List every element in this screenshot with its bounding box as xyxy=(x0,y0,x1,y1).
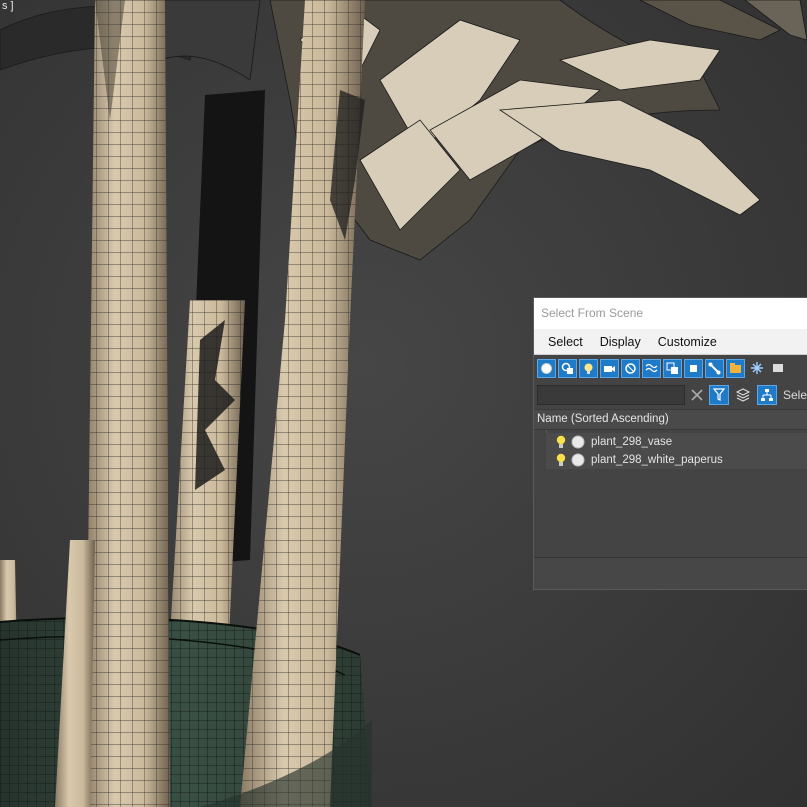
group-icon xyxy=(666,362,678,374)
viewport-label[interactable]: s ] xyxy=(0,0,16,12)
space-warp-icon xyxy=(645,363,658,372)
hierarchy-icon xyxy=(761,389,773,401)
shapes-icon xyxy=(561,362,573,374)
menu-select[interactable]: Select xyxy=(541,335,590,349)
stem-left xyxy=(85,0,170,807)
menu-display[interactable]: Display xyxy=(593,335,648,349)
menu-customize[interactable]: Customize xyxy=(651,335,724,349)
dialog-footer xyxy=(534,558,807,589)
search-input[interactable] xyxy=(537,385,685,405)
sphere-icon xyxy=(541,362,552,374)
display-bones-button[interactable] xyxy=(705,358,724,378)
close-icon xyxy=(691,389,703,401)
sort-by-layer-button[interactable] xyxy=(733,385,753,405)
camera-icon xyxy=(604,365,615,372)
lightbulb-icon[interactable] xyxy=(554,453,568,467)
name-column-header[interactable]: Name (Sorted Ascending) xyxy=(534,409,807,430)
display-frozen-button[interactable] xyxy=(747,359,766,378)
helper-icon xyxy=(625,362,636,374)
select-label: Sele xyxy=(783,388,807,402)
light-icon xyxy=(584,363,593,374)
scene-object-list: plant_298_vase plant_298_white_paperus xyxy=(534,430,807,558)
container-icon xyxy=(730,362,741,373)
hidden-icon xyxy=(772,364,783,372)
display-geometry-button[interactable] xyxy=(537,358,556,378)
display-filter-toolbar xyxy=(534,355,807,381)
search-row: Sele xyxy=(534,381,807,409)
geometry-sphere-icon xyxy=(571,453,585,467)
xref-icon xyxy=(690,364,697,372)
snowflake-icon xyxy=(750,362,763,374)
dialog-menubar: Select Display Customize xyxy=(534,329,807,355)
display-lights-button[interactable] xyxy=(579,358,598,378)
sort-by-hierarchy-button[interactable] xyxy=(757,385,777,405)
clear-search-button[interactable] xyxy=(689,387,705,403)
filter-button[interactable] xyxy=(709,385,729,405)
display-containers-button[interactable] xyxy=(726,358,745,378)
display-hidden-button[interactable] xyxy=(768,359,787,378)
list-item[interactable]: plant_298_white_paperus xyxy=(546,451,807,469)
filter-icon xyxy=(713,388,725,401)
bone-icon xyxy=(708,362,721,374)
display-xrefs-button[interactable] xyxy=(684,358,703,378)
list-item-label: plant_298_white_paperus xyxy=(591,454,723,466)
display-groups-button[interactable] xyxy=(663,358,682,378)
display-helpers-button[interactable] xyxy=(621,358,640,378)
geometry-sphere-icon xyxy=(571,435,585,449)
layers-icon xyxy=(736,388,750,402)
lightbulb-icon[interactable] xyxy=(554,435,568,449)
display-shapes-button[interactable] xyxy=(558,358,577,378)
display-space-warps-button[interactable] xyxy=(642,358,661,378)
list-item[interactable]: plant_298_vase xyxy=(546,433,807,451)
list-item-label: plant_298_vase xyxy=(591,436,673,448)
display-cameras-button[interactable] xyxy=(600,358,619,378)
select-from-scene-dialog: Select From Scene Select Display Customi… xyxy=(533,297,807,590)
dialog-title[interactable]: Select From Scene xyxy=(534,298,807,329)
